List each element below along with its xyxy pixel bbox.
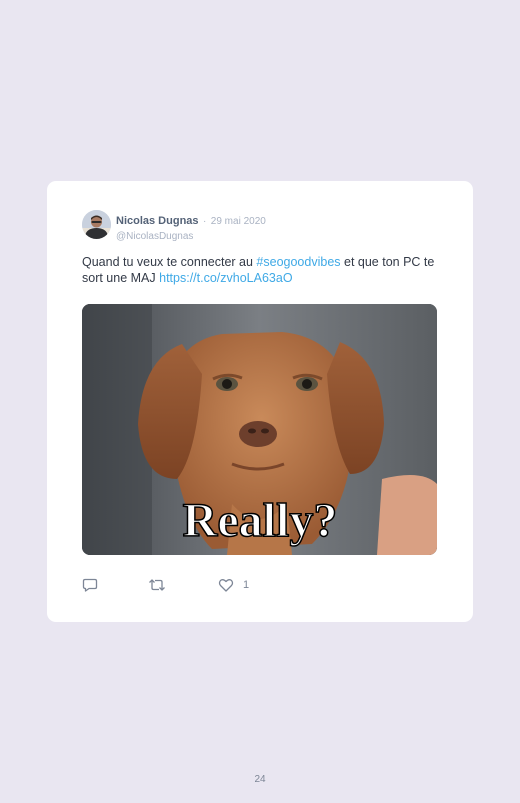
page-number: 24 [254, 774, 266, 785]
reply-icon [82, 578, 98, 592]
tweet-text: Quand tu veux te connecter au #seogoodvi… [82, 255, 438, 286]
tweet-actions: 1 [82, 576, 442, 594]
tweet-author: Nicolas Dugnas · 29 mai 2020 @NicolasDug… [116, 211, 266, 242]
tweet-header: Nicolas Dugnas · 29 mai 2020 @NicolasDug… [82, 210, 442, 242]
author-handle[interactable]: @NicolasDugnas [116, 231, 266, 242]
tweet-url-link[interactable]: https://t.co/zvhoLA63aO [159, 271, 292, 285]
like-button[interactable]: 1 [218, 576, 249, 594]
media-caption: Really? [183, 494, 338, 547]
tweet-card: Nicolas Dugnas · 29 mai 2020 @NicolasDug… [47, 181, 473, 622]
avatar-image [82, 210, 111, 239]
header-separator: · [202, 216, 207, 227]
hashtag-link[interactable]: #seogoodvibes [256, 255, 340, 269]
author-display-name[interactable]: Nicolas Dugnas [116, 215, 199, 227]
tweet-text-part1: Quand tu veux te connecter au [82, 255, 257, 269]
media-image: Really? [82, 304, 437, 555]
tweet-date[interactable]: 29 mai 2020 [211, 216, 266, 227]
reply-button[interactable] [82, 576, 98, 594]
tweet-media[interactable]: Really? [82, 304, 437, 555]
retweet-icon [149, 579, 165, 591]
avatar[interactable] [82, 210, 111, 239]
heart-icon [218, 579, 234, 592]
like-count: 1 [243, 579, 250, 591]
retweet-button[interactable] [148, 576, 166, 594]
